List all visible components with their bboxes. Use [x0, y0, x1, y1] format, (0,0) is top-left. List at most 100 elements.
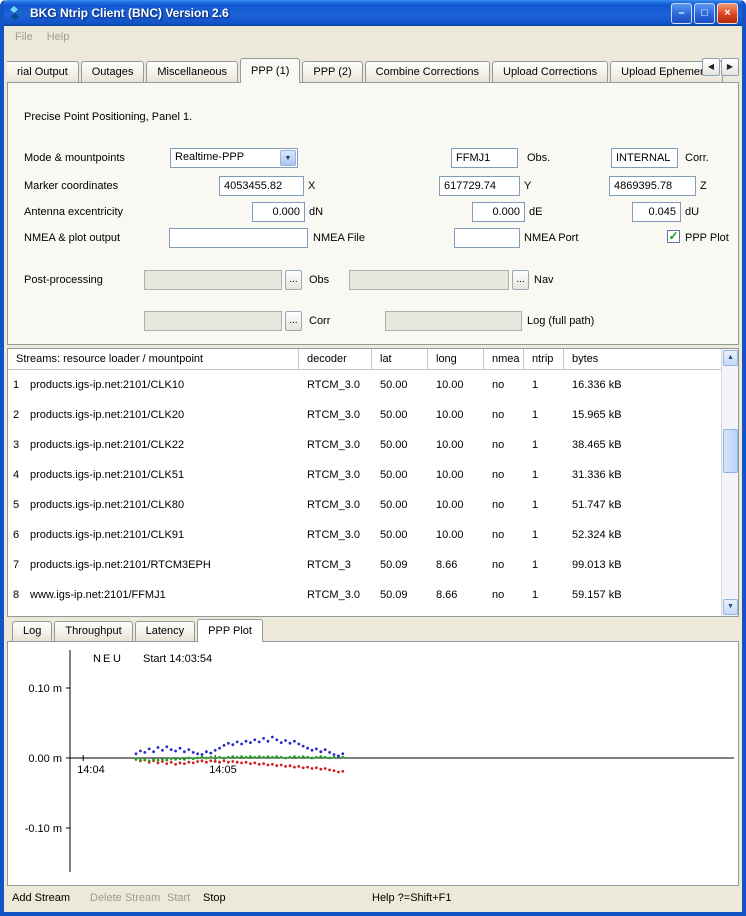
tab-serial-output[interactable]: rial Output — [7, 61, 79, 82]
ppp-plot-label: PPP Plot — [685, 232, 729, 244]
marker-x-field[interactable] — [219, 176, 304, 196]
cell-stream: products.igs-ip.net:2101/RTCM3EPH — [24, 550, 299, 580]
tab-combine-corrections[interactable]: Combine Corrections — [365, 61, 490, 82]
table-row[interactable]: 4products.igs-ip.net:2101/CLK51RTCM_3.05… — [8, 460, 721, 490]
browse-corr-button[interactable]: ... — [285, 311, 302, 331]
cell-ntrip: 1 — [524, 430, 564, 460]
arrow-down-icon: ▼ — [727, 603, 734, 610]
minimize-button[interactable]: – — [671, 3, 692, 24]
table-row[interactable]: 5products.igs-ip.net:2101/CLK80RTCM_3.05… — [8, 490, 721, 520]
tab-miscellaneous[interactable]: Miscellaneous — [146, 61, 238, 82]
bottom-tabstrip: Log Throughput Latency PPP Plot — [4, 617, 742, 641]
cell-long: 10.00 — [428, 490, 484, 520]
obs-label: Obs. — [527, 152, 550, 164]
tab-throughput[interactable]: Throughput — [54, 621, 132, 641]
tab-ppp-1[interactable]: PPP (1) — [240, 58, 300, 83]
cell-ntrip: 1 — [524, 550, 564, 580]
marker-z-field[interactable] — [609, 176, 696, 196]
table-row[interactable]: 1products.igs-ip.net:2101/CLK10RTCM_3.05… — [8, 370, 721, 400]
ppp-plot-checkbox[interactable]: ✓ — [667, 230, 680, 243]
browse-nav-button[interactable]: ... — [512, 270, 529, 290]
tab-scroll-left-button[interactable]: ◀ — [702, 58, 720, 76]
z-label: Z — [700, 180, 707, 192]
post-obs-field — [144, 270, 282, 290]
cell-decoder: RTCM_3 — [299, 550, 372, 580]
tab-upload-corrections[interactable]: Upload Corrections — [492, 61, 608, 82]
antenna-du-field[interactable] — [632, 202, 681, 222]
tab-ppp-2[interactable]: PPP (2) — [302, 61, 362, 82]
cell-ntrip: 1 — [524, 400, 564, 430]
y-label: Y — [524, 180, 531, 192]
svg-text:0.10 m: 0.10 m — [28, 683, 62, 695]
antenna-label: Antenna excentricity — [24, 206, 123, 218]
mode-dropdown[interactable]: Realtime-PPP ▼ — [170, 148, 298, 168]
cell-decoder: RTCM_3.0 — [299, 490, 372, 520]
cell-ntrip: 1 — [524, 370, 564, 400]
antenna-de-field[interactable] — [472, 202, 525, 222]
close-button[interactable]: × — [717, 3, 738, 24]
scroll-down-button[interactable]: ▼ — [723, 599, 738, 615]
column-header-ntrip: ntrip — [524, 349, 564, 369]
cell-stream: products.igs-ip.net:2101/CLK20 — [24, 400, 299, 430]
tab-scroll-right-button[interactable]: ▶ — [721, 58, 739, 76]
post-nav-label: Nav — [534, 274, 554, 286]
stop-button[interactable]: Stop — [203, 892, 226, 904]
cell-bytes: 16.336 kB — [564, 370, 721, 400]
tab-latency[interactable]: Latency — [135, 621, 196, 641]
chevron-down-icon: ▼ — [280, 150, 296, 166]
table-row[interactable]: 7products.igs-ip.net:2101/RTCM3EPHRTCM_3… — [8, 550, 721, 580]
column-header-lat: lat — [372, 349, 428, 369]
cell-nmea: no — [484, 460, 524, 490]
tab-outages[interactable]: Outages — [81, 61, 145, 82]
browse-obs-button[interactable]: ... — [285, 270, 302, 290]
post-corr-field — [144, 311, 282, 331]
cell-stream: products.igs-ip.net:2101/CLK91 — [24, 520, 299, 550]
cell-decoder: RTCM_3.0 — [299, 460, 372, 490]
delete-stream-button: Delete Stream — [90, 892, 160, 904]
menu-file[interactable]: File — [8, 29, 40, 45]
table-row[interactable]: 2products.igs-ip.net:2101/CLK20RTCM_3.05… — [8, 400, 721, 430]
table-header: Streams: resource loader / mountpoint de… — [8, 349, 721, 370]
tab-ppp-plot[interactable]: PPP Plot — [197, 619, 263, 642]
menu-help[interactable]: Help — [40, 29, 77, 45]
cell-nmea: no — [484, 430, 524, 460]
nmea-port-field[interactable] — [454, 228, 520, 248]
help-text: Help ?=Shift+F1 — [372, 892, 452, 904]
cell-num: 3 — [8, 430, 24, 460]
cell-long: 10.00 — [428, 460, 484, 490]
cell-bytes: 99.013 kB — [564, 550, 721, 580]
nmea-file-field[interactable] — [169, 228, 308, 248]
cell-decoder: RTCM_3.0 — [299, 400, 372, 430]
column-header-decoder: decoder — [299, 349, 372, 369]
table-row[interactable]: 6products.igs-ip.net:2101/CLK91RTCM_3.05… — [8, 520, 721, 550]
obs-mountpoint-field[interactable] — [451, 148, 518, 168]
scrollbar-thumb[interactable] — [723, 429, 738, 473]
mode-label: Mode & mountpoints — [24, 152, 125, 164]
table-row[interactable]: 3products.igs-ip.net:2101/CLK22RTCM_3.05… — [8, 430, 721, 460]
cell-ntrip: 1 — [524, 580, 564, 610]
corr-mountpoint-field[interactable] — [611, 148, 678, 168]
svg-text:E: E — [103, 653, 110, 665]
cell-lat: 50.00 — [372, 520, 428, 550]
cell-lat: 50.00 — [372, 460, 428, 490]
marker-y-field[interactable] — [439, 176, 520, 196]
tab-log[interactable]: Log — [12, 621, 52, 641]
cell-bytes: 52.324 kB — [564, 520, 721, 550]
maximize-button[interactable]: □ — [694, 3, 715, 24]
nmea-port-label: NMEA Port — [524, 232, 578, 244]
cell-stream: products.igs-ip.net:2101/CLK51 — [24, 460, 299, 490]
cell-decoder: RTCM_3.0 — [299, 520, 372, 550]
cell-nmea: no — [484, 400, 524, 430]
cell-lat: 50.09 — [372, 550, 428, 580]
cell-nmea: no — [484, 520, 524, 550]
cell-lat: 50.00 — [372, 370, 428, 400]
scroll-up-button[interactable]: ▲ — [723, 350, 738, 366]
table-row[interactable]: 8www.igs-ip.net:2101/FFMJ1RTCM_3.050.098… — [8, 580, 721, 610]
cell-decoder: RTCM_3.0 — [299, 580, 372, 610]
panel-title: Precise Point Positioning, Panel 1. — [24, 111, 192, 123]
table-scrollbar[interactable]: ▲ ▼ — [721, 349, 738, 616]
cell-long: 10.00 — [428, 520, 484, 550]
add-stream-button[interactable]: Add Stream — [12, 892, 70, 904]
app-window: BKG Ntrip Client (BNC) Version 2.6 – □ ×… — [0, 0, 746, 916]
antenna-dn-field[interactable] — [252, 202, 305, 222]
